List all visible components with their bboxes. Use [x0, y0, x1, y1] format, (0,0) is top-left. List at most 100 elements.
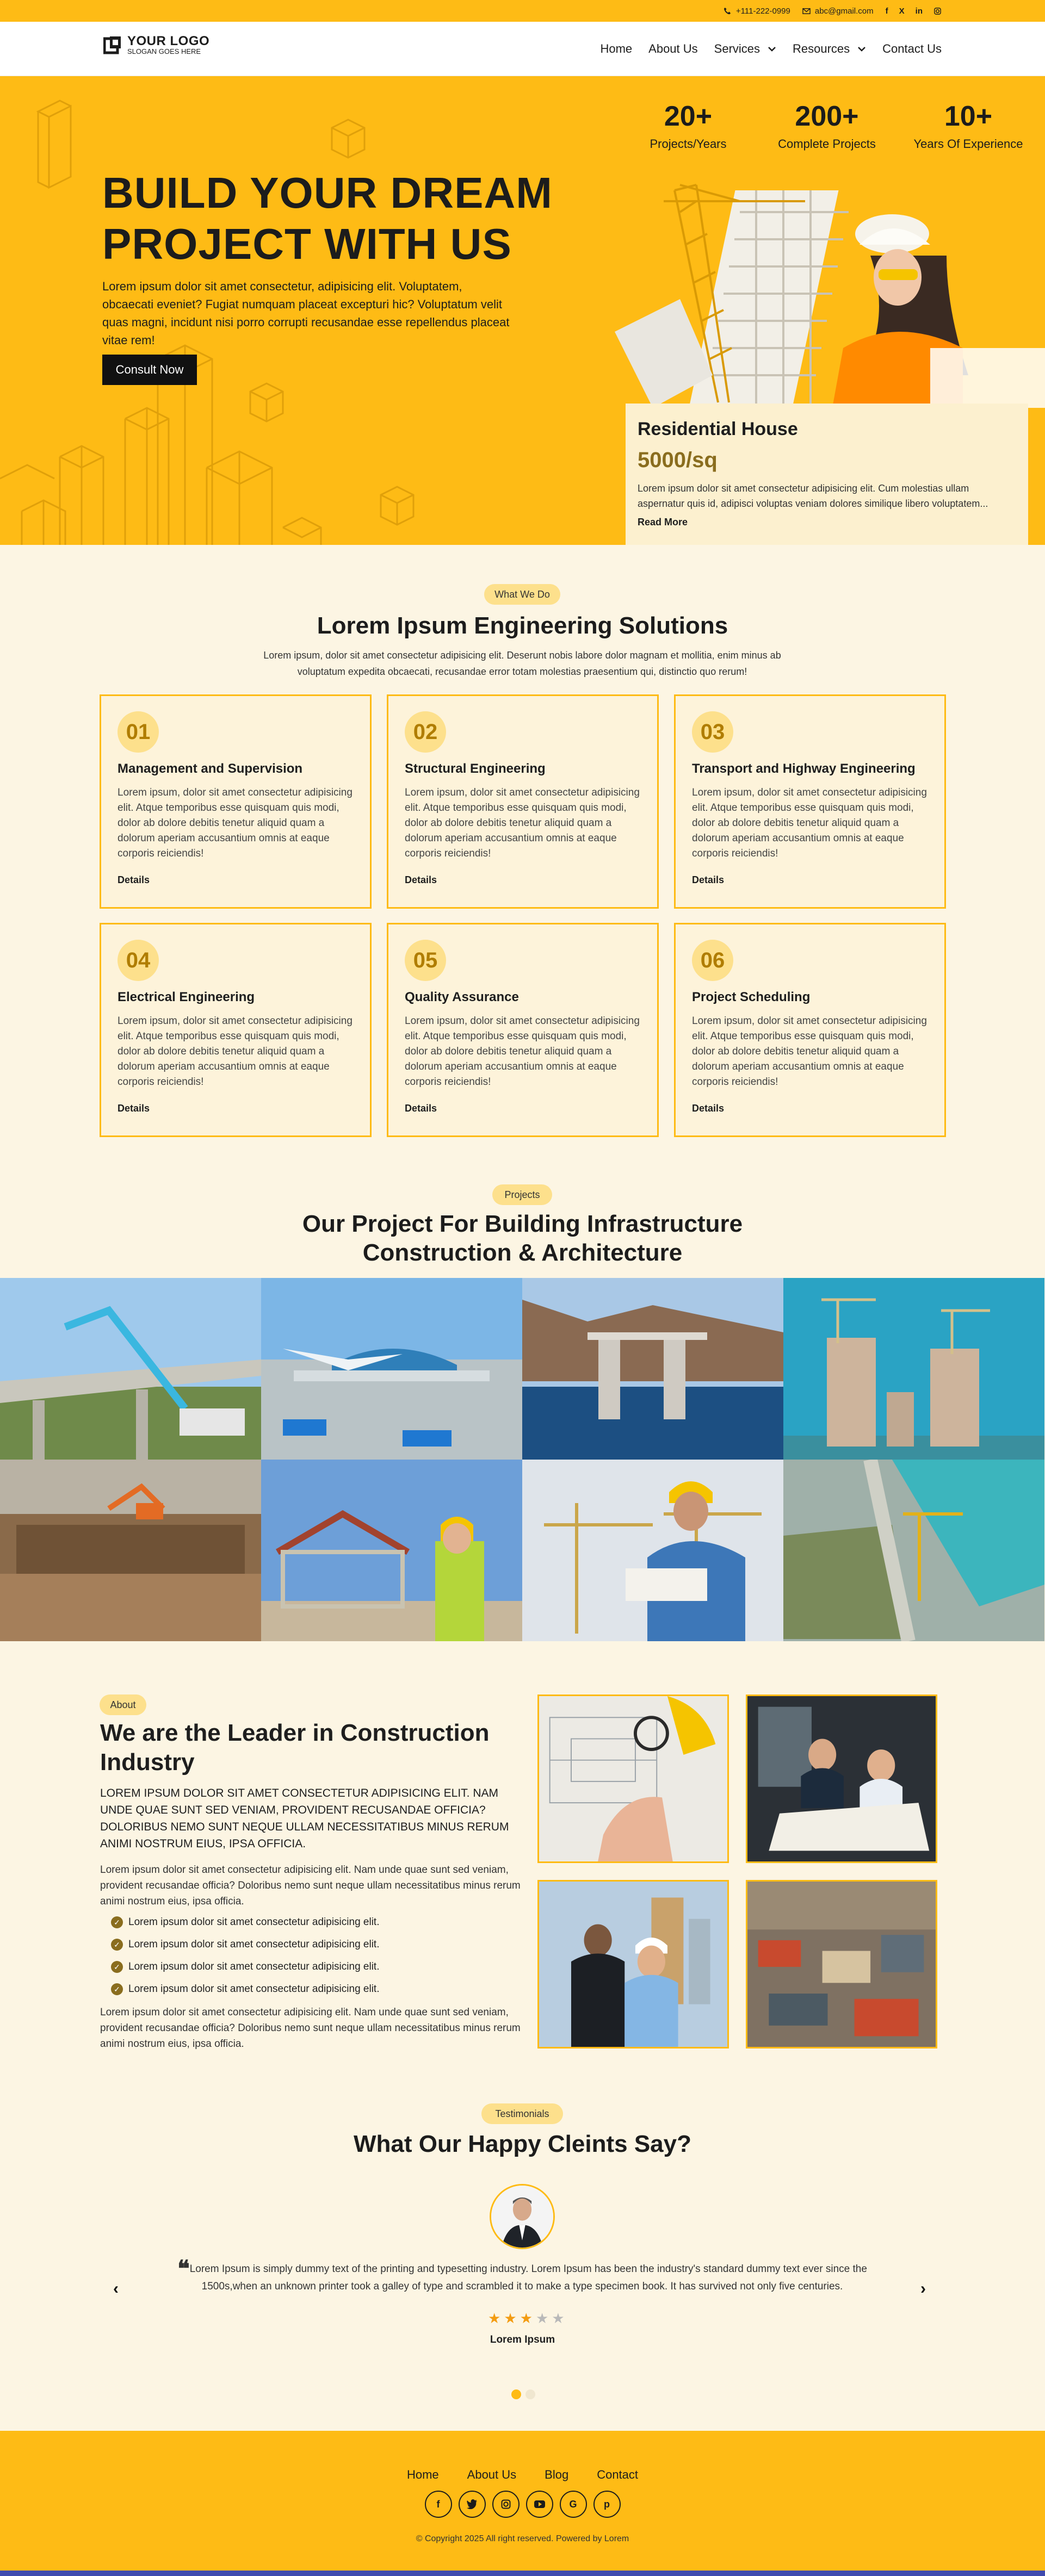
service-details-link[interactable]: Details — [405, 1103, 437, 1114]
chevron-down-icon — [768, 47, 776, 52]
about-pill: About — [100, 1694, 146, 1715]
stat-number: 10+ — [944, 101, 993, 132]
project-image-airport[interactable] — [261, 1278, 522, 1460]
service-title: Quality Assurance — [405, 990, 519, 1004]
footer-link-contact[interactable]: Contact — [597, 2468, 638, 2482]
service-card: 05 Quality Assurance Lorem ipsum, dolor … — [387, 923, 659, 1137]
engineer-photo — [522, 1460, 783, 1641]
what-we-do-pill: What We Do — [484, 584, 560, 605]
footer-link-blog[interactable]: Blog — [545, 2468, 568, 2482]
bottom-edge-bar — [0, 2571, 1045, 2576]
service-title: Project Scheduling — [692, 990, 811, 1004]
email-address: abc@gmail.com — [814, 6, 874, 16]
check-icon: ✓ — [111, 1939, 123, 1951]
service-details-link[interactable]: Details — [118, 874, 150, 886]
footer-social: f G p — [0, 2491, 1045, 2518]
pinterest-icon[interactable]: p — [593, 2491, 621, 2518]
check-icon: ✓ — [111, 1983, 123, 1995]
nav-home[interactable]: Home — [600, 42, 632, 56]
footer-link-about[interactable]: About Us — [467, 2468, 517, 2482]
nav-resources[interactable]: Resources — [793, 42, 866, 56]
towers-photo — [783, 1278, 1044, 1460]
service-card: 01 Management and Supervision Lorem ipsu… — [100, 694, 372, 909]
stat-label: Complete Projects — [778, 137, 876, 151]
stat-years-experience: 10+ Years Of Experience — [903, 100, 1034, 152]
card-title: Residential House — [638, 419, 798, 439]
project-image-dam[interactable] — [522, 1278, 783, 1460]
client-avatar — [490, 2184, 555, 2249]
service-description: Lorem ipsum, dolor sit amet consectetur … — [118, 787, 353, 859]
testimonial-next-arrow[interactable]: › — [920, 2280, 926, 2298]
main-nav: Home About Us Services Resources Contact… — [600, 22, 942, 76]
footer-nav: Home About Us Blog Contact — [0, 2468, 1045, 2482]
stat-projects-years: 20+ Projects/Years — [647, 100, 729, 152]
carousel-dot[interactable] — [525, 2389, 535, 2399]
service-description: Lorem ipsum, dolor sit amet consectetur … — [118, 1015, 353, 1088]
star-filled-icon: ★ — [488, 2310, 501, 2326]
residential-house-card: Residential House 5000/sq Lorem ipsum do… — [626, 404, 1028, 545]
service-details-link[interactable]: Details — [692, 1103, 724, 1114]
check-item-text: Lorem ipsum dolor sit amet consectetur a… — [128, 1983, 380, 1995]
project-image-excavation[interactable] — [0, 1460, 261, 1641]
service-number: 02 — [405, 711, 446, 753]
check-icon: ✓ — [111, 1961, 123, 1973]
house-frame-photo — [261, 1460, 522, 1641]
hero-title-line2: PROJECT WITH US — [102, 220, 512, 268]
read-more-link[interactable]: Read More — [638, 517, 688, 528]
check-item: ✓ Lorem ipsum dolor sit amet consectetur … — [111, 1939, 379, 1951]
project-image-engineer[interactable] — [522, 1460, 783, 1641]
service-details-link[interactable]: Details — [405, 874, 437, 886]
about-paragraph: Lorem ipsum dolor sit amet consectetur a… — [100, 1864, 521, 1907]
nav-about[interactable]: About Us — [648, 42, 698, 56]
service-card: 03 Transport and Highway Engineering Lor… — [674, 694, 946, 909]
quote-icon: ❝ — [177, 2256, 190, 2281]
consult-now-button[interactable]: Consult Now — [102, 355, 197, 385]
service-details-link[interactable]: Details — [118, 1103, 150, 1114]
service-description: Lorem ipsum, dolor sit amet consectetur … — [405, 787, 640, 859]
blueprint-photo — [539, 1696, 727, 1861]
facebook-icon[interactable]: f — [424, 2491, 452, 2518]
service-card: 04 Electrical Engineering Lorem ipsum, d… — [100, 923, 372, 1137]
instagram-icon[interactable] — [933, 7, 942, 15]
hero-section: BUILD YOUR DREAM PROJECT WITH US Lorem i… — [0, 76, 1045, 545]
service-card: 06 Project Scheduling Lorem ipsum, dolor… — [674, 923, 946, 1137]
nav-services[interactable]: Services — [714, 42, 776, 56]
service-description: Lorem ipsum, dolor sit amet consectetur … — [405, 1015, 640, 1088]
quote-text: Lorem Ipsum is simply dummy text of the … — [189, 2263, 867, 2292]
logo[interactable]: YOUR LOGO SLOGAN GOES HERE — [103, 35, 209, 55]
carousel-dot-active[interactable] — [511, 2389, 521, 2399]
project-image-towers[interactable] — [783, 1278, 1044, 1460]
logo-icon — [103, 36, 121, 54]
x-icon[interactable]: X — [899, 7, 905, 16]
service-details-link[interactable]: Details — [692, 874, 724, 886]
nav-contact[interactable]: Contact Us — [882, 42, 942, 56]
hero-title-line1: BUILD YOUR DREAM — [102, 169, 553, 217]
twitter-icon[interactable] — [458, 2491, 486, 2518]
service-description: Lorem ipsum, dolor sit amet consectetur … — [692, 1015, 927, 1088]
testimonial-prev-arrow[interactable]: ‹ — [113, 2280, 119, 2298]
phone-contact[interactable]: +111-222-0999 — [724, 7, 790, 16]
google-icon[interactable]: G — [559, 2491, 587, 2518]
projects-pill: Projects — [492, 1184, 552, 1205]
hydro-dam-photo — [783, 1460, 1044, 1641]
mail-icon — [802, 8, 811, 14]
about-paragraph: Lorem ipsum dolor sit amet consectetur a… — [100, 2007, 521, 2050]
check-item: ✓ Lorem ipsum dolor sit amet consectetur … — [111, 1983, 379, 1995]
top-bar: +111-222-0999 abc@gmail.com f X in — [0, 0, 1045, 22]
star-empty-icon: ★ — [535, 2310, 549, 2326]
check-icon: ✓ — [111, 1916, 123, 1928]
youtube-icon[interactable] — [525, 2491, 553, 2518]
project-image-hydro-dam[interactable] — [783, 1460, 1044, 1641]
facebook-icon[interactable]: f — [886, 7, 888, 16]
about-caps-text: LOREM IPSUM DOLOR SIT AMET CONSECTETUR A… — [100, 1787, 509, 1850]
footer-link-home[interactable]: Home — [407, 2468, 439, 2482]
engineer-with-crane-image — [615, 184, 1045, 408]
project-image-bridge[interactable] — [0, 1278, 261, 1460]
email-contact[interactable]: abc@gmail.com — [802, 7, 874, 16]
client-name: Lorem Ipsum — [490, 2334, 555, 2345]
service-title: Electrical Engineering — [118, 990, 255, 1004]
instagram-icon[interactable] — [492, 2491, 520, 2518]
linkedin-icon[interactable]: in — [916, 7, 923, 16]
project-image-house-frame[interactable] — [261, 1460, 522, 1641]
hero-title: BUILD YOUR DREAM PROJECT WITH US — [102, 167, 553, 270]
